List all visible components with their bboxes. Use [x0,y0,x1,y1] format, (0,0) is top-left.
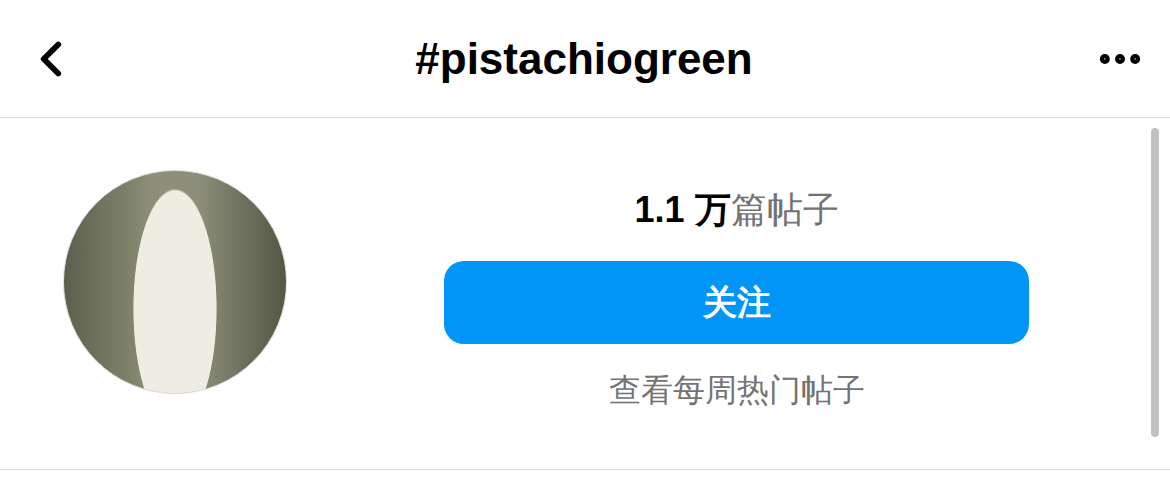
hashtag-page: #pistachiogreen 1.1 万篇帖子关注查看每周热门帖子 [0,0,1170,478]
hashtag-summary: 1.1 万篇帖子关注查看每周热门帖子 [0,118,1170,470]
post-count-number: 1.1 万 [634,189,730,230]
hashtag-avatar [63,170,287,394]
top-bar: #pistachiogreen [0,0,1170,118]
more-dots-icon [1094,33,1146,85]
hashtag-info: 1.1 万篇帖子关注查看每周热门帖子 [444,186,1029,412]
follow-button[interactable]: 关注 [444,261,1029,344]
more-button[interactable] [1094,33,1146,85]
weekly-top-posts-link[interactable]: 查看每周热门帖子 [609,368,865,412]
post-count-label: 篇帖子 [731,189,839,230]
scrollbar[interactable] [1151,128,1159,437]
chevron-left-icon [22,30,80,88]
hashtag-title: #pistachiogreen [415,34,752,84]
back-button[interactable] [22,30,80,88]
post-count: 1.1 万篇帖子 [634,186,838,234]
